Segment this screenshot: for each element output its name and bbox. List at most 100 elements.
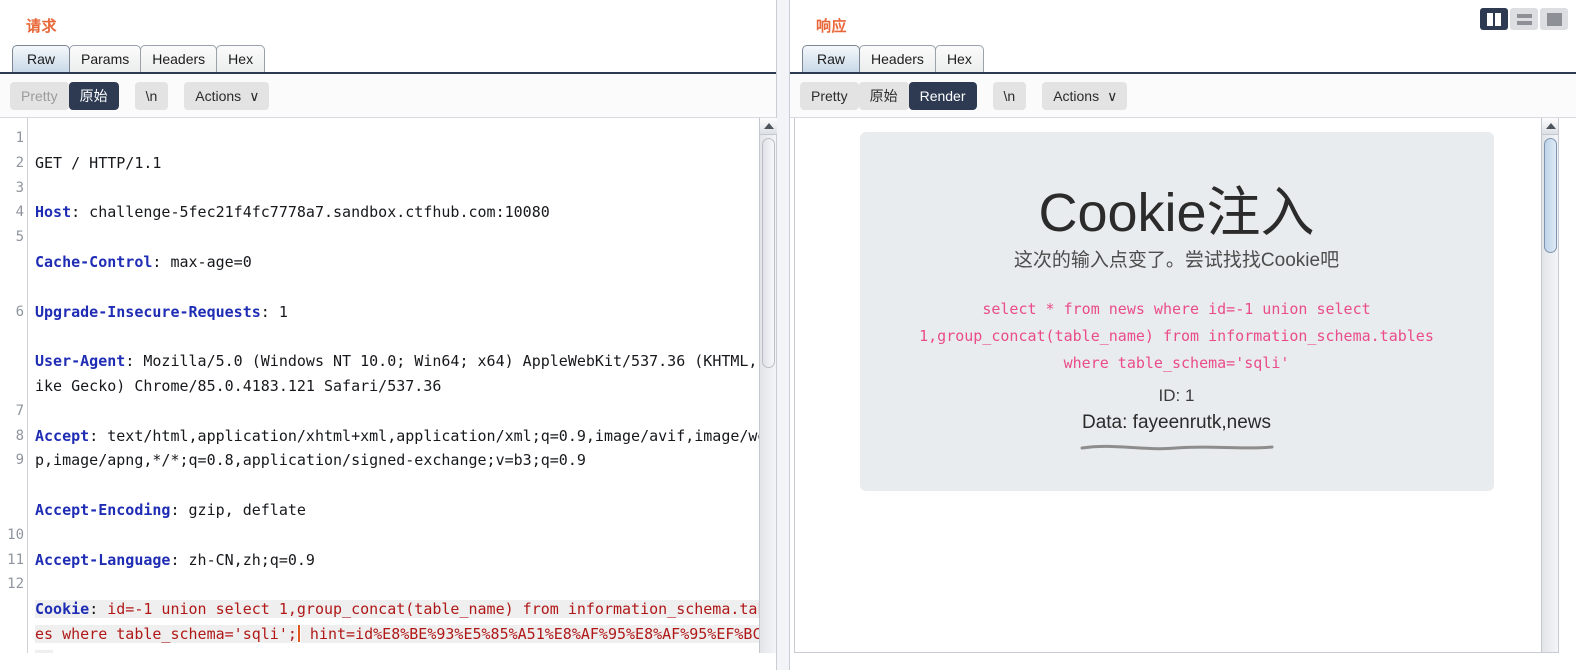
request-header-accept-value: text/html,application/xhtml+xml,applicat… [35,426,776,470]
wavy-divider [1080,444,1273,451]
response-pretty-button[interactable]: Pretty [800,81,859,110]
request-header-accept-language-value: zh-CN,zh;q=0.9 [179,550,315,569]
vertical-split-icon [1487,12,1501,26]
line-number: 5 [15,229,24,246]
request-panel-title: 请求 [26,18,58,35]
request-header-accept-language: Accept-Language [35,550,171,569]
request-line-1: GET / HTTP/1.1 [35,153,162,172]
request-header-user-agent-value: Mozilla/5.0 (Windows NT 10.0; Win64; x64… [35,352,776,395]
request-tab-hex[interactable]: Hex [216,45,266,72]
layout-mode-group [1480,8,1568,30]
response-render-button[interactable]: Render [908,81,977,110]
line-number: 4 [15,204,24,221]
line-number [0,324,27,349]
request-scrollbar-thumb[interactable] [762,138,775,368]
rendered-response-view: Cookie注入 这次的输入点变了。尝试找找Cookie吧 select * f… [794,118,1559,653]
request-actions-button[interactable]: Actions ∨ [184,81,270,110]
response-panel: 响应 Raw Headers Hex Pretty 原始 Render \n A… [790,0,1576,670]
sql-query-line-3: where table_schema='sqli' [1063,354,1290,372]
request-raw-button[interactable]: 原始 [68,81,119,110]
response-vertical-scrollbar[interactable] [1541,118,1558,652]
request-line-gutter: 1 2 3 4 5 6 7 8 9 10 11 12 [0,118,28,653]
response-scrollbar-thumb[interactable] [1544,138,1557,253]
line-number [0,349,27,374]
line-number [0,275,27,300]
request-tab-raw[interactable]: Raw [12,45,71,72]
line-number: 2 [15,154,24,171]
horizontal-split-icon [1516,13,1532,25]
line-number: 11 [7,551,24,568]
response-actions-label: Actions [1053,87,1100,104]
response-actions-button[interactable]: Actions ∨ [1042,81,1128,110]
request-toolbar: Pretty 原始 \n Actions ∨ [0,74,776,118]
request-header-host-colon: : [71,203,81,222]
single-pane-icon [1546,12,1562,26]
request-tab-headers[interactable]: Headers [140,45,218,72]
line-number: 12 [7,576,24,593]
request-panel: 请求 Raw Params Headers Hex Pretty 原始 \n A… [0,0,777,670]
line-number [0,250,27,275]
scroll-up-arrow-icon[interactable] [1542,118,1558,135]
line-number [0,498,27,523]
line-number: 8 [15,427,24,444]
page-title: Cookie注入 [1038,183,1315,243]
colon-5: : [89,426,99,445]
response-format-toggle: Pretty 原始 Render [800,81,977,110]
request-tab-params[interactable]: Params [69,45,142,72]
request-pretty-button[interactable]: Pretty [10,81,69,110]
request-header-host: Host [35,203,72,222]
response-tab-headers[interactable]: Headers [859,45,936,72]
line-number [0,374,27,399]
result-id: ID: 1 [1158,386,1195,405]
response-tabstrip: Raw Headers Hex [790,45,1576,74]
burp-window: 请求 Raw Params Headers Hex Pretty 原始 \n A… [0,0,1576,670]
response-panel-title: 响应 [816,18,848,35]
panel-splitter[interactable] [776,0,790,670]
colon-4: : [125,352,135,371]
line-number: 7 [15,402,24,419]
request-header-accept-encoding: Accept-Encoding [35,500,171,519]
line-number: 9 [15,452,24,469]
request-header-accept: Accept [35,426,90,445]
request-vertical-scrollbar[interactable] [759,118,777,653]
response-raw-button[interactable]: 原始 [858,81,909,110]
result-data: Data: fayeenrutk,news [1081,412,1272,433]
layout-single-pane-button[interactable] [1540,8,1568,30]
line-number: 6 [15,303,24,320]
line-number: 3 [15,179,24,196]
colon-7: : [170,550,180,569]
sql-query-line-2: 1,group_concat(table_name) from informat… [919,327,1434,345]
line-number: 1 [15,130,24,146]
rendered-page: Cookie注入 这次的输入点变了。尝试找找Cookie吧 select * f… [795,118,1558,652]
scroll-up-arrow-icon[interactable] [760,118,777,135]
request-actions-label: Actions [195,87,242,104]
request-header-upgrade-insecure-requests-value: 1 [269,302,288,321]
text-cursor [297,624,300,642]
colon-6: : [170,500,180,519]
request-header-upgrade-insecure-requests: Upgrade-Insecure-Requests [35,302,261,321]
request-raw-text[interactable]: GET / HTTP/1.1 Host: challenge-5fec21f4f… [28,118,776,653]
layout-horizontal-split-button[interactable] [1510,8,1538,30]
response-toolbar: Pretty 原始 Render \n Actions ∨ [790,74,1576,118]
sql-query-display: select * from news where id=-1 union sel… [880,296,1474,377]
request-header-cache-control-value: max-age=0 [161,252,252,271]
request-tabstrip: Raw Params Headers Hex [0,45,776,74]
request-header-accept-encoding-value: gzip, deflate [179,500,306,519]
request-format-toggle: Pretty 原始 [10,81,119,110]
colon-8: : [89,600,99,619]
response-newline-button[interactable]: \n [992,81,1027,110]
request-header-cache-control: Cache-Control [35,252,153,271]
page-subtitle: 这次的输入点变了。尝试找找Cookie吧 [1013,250,1340,271]
response-tab-raw[interactable]: Raw [802,45,861,72]
jumbotron: Cookie注入 这次的输入点变了。尝试找找Cookie吧 select * f… [859,132,1494,491]
request-editor: 1 2 3 4 5 6 7 8 9 10 11 12 GET / HTTP/1.1 Host: cha… [0,118,777,653]
sql-query-line-1: select * from news where id=-1 union sel… [982,300,1371,318]
request-newline-button[interactable]: \n [134,81,169,110]
colon-3: : [260,302,270,321]
line-number: 10 [7,526,24,543]
request-header-user-agent: User-Agent [35,352,126,371]
response-tab-hex[interactable]: Hex [934,45,984,72]
chevron-down-icon: ∨ [1107,87,1118,104]
layout-vertical-split-button[interactable] [1480,8,1508,30]
request-header-host-value: challenge-5fec21f4fc7778a7.sandbox.ctfhu… [80,203,550,222]
